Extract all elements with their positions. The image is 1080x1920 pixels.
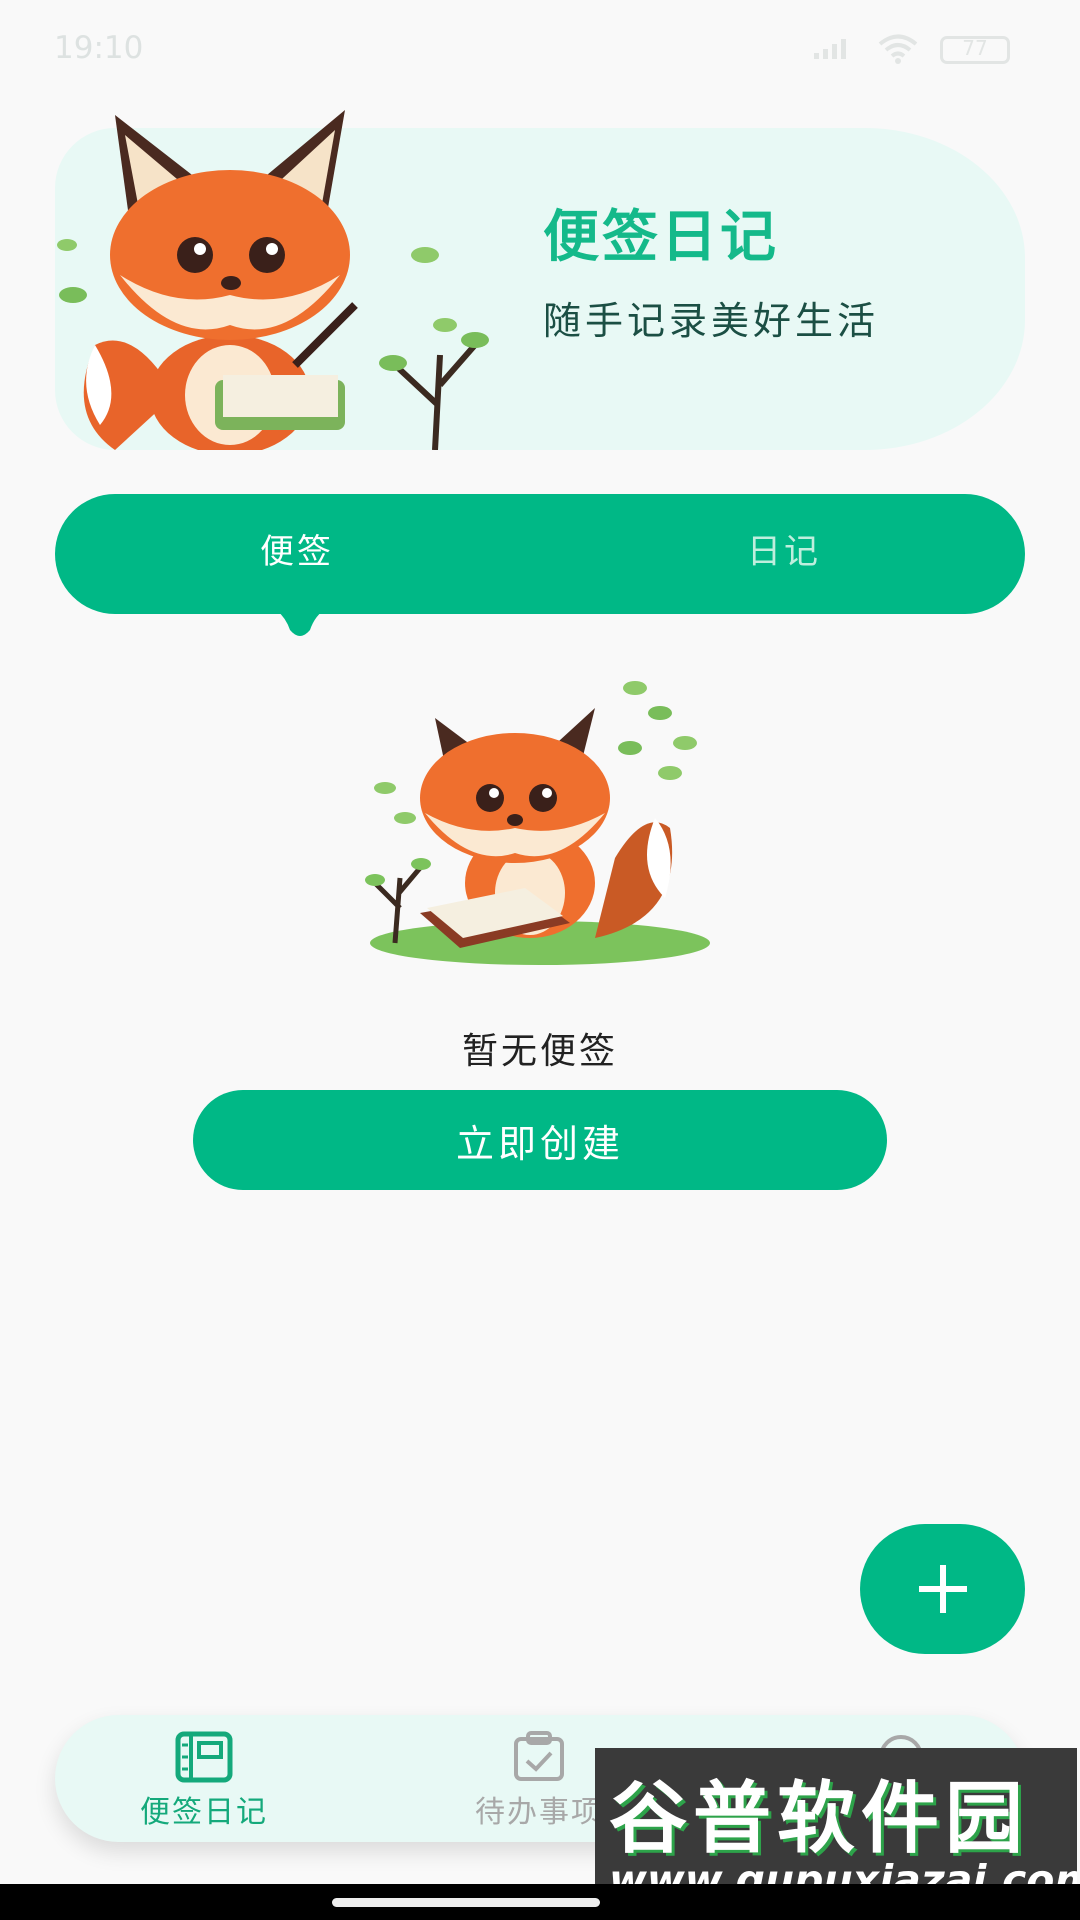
status-time: 19:10 (54, 30, 144, 66)
fox-illustration (57, 110, 489, 450)
notebook-icon (175, 1731, 233, 1783)
signal-icon (812, 35, 856, 65)
app-subtitle: 随手记录美好生活 (543, 299, 880, 343)
tab-diary[interactable]: 日记 (747, 524, 821, 573)
home-indicator[interactable] (332, 1898, 600, 1907)
empty-state-illustration (365, 681, 710, 965)
status-bar: 19:10 77 (0, 0, 1080, 100)
active-tab-indicator (240, 600, 360, 636)
tab-notes[interactable]: 便签 (260, 524, 334, 573)
clipboard-check-icon (514, 1731, 564, 1781)
watermark-title: 谷普软件园 (609, 1774, 1030, 1864)
wifi-icon (876, 32, 920, 68)
nav-item-todo[interactable]: 待办事项 (475, 1731, 603, 1831)
create-now-button[interactable]: 立即创建 (193, 1090, 887, 1190)
nav-label-todo: 待办事项 (475, 1795, 603, 1830)
tab-bar: 便签 日记 (55, 494, 1025, 614)
gesture-bar (0, 1884, 1080, 1920)
nav-label-notes-diary: 便签日记 (140, 1795, 268, 1830)
battery-level: 77 (962, 36, 988, 60)
battery-icon: 77 (940, 36, 1010, 64)
app-title: 便签日记 (543, 205, 779, 270)
plus-icon (918, 1565, 967, 1613)
add-fab-button[interactable] (860, 1524, 1025, 1654)
empty-state-message: 暂无便签 (461, 1031, 618, 1072)
nav-item-notes-diary[interactable]: 便签日记 (140, 1731, 268, 1831)
